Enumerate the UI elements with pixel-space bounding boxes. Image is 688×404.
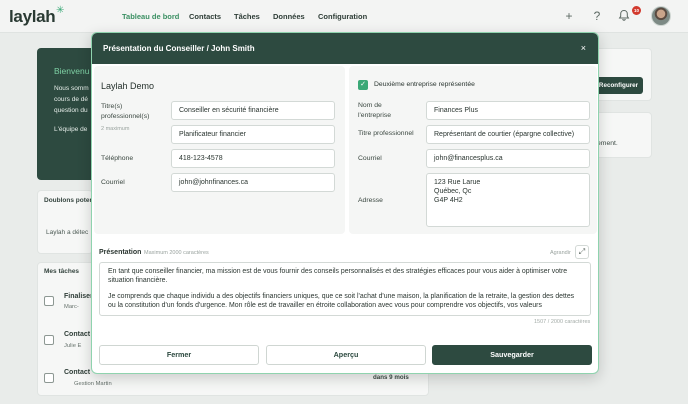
advisor-modal: Présentation du Conseiller / John Smith … [91,32,599,374]
preview-button[interactable]: Aperçu [266,345,426,365]
help-icon[interactable]: ? [590,9,604,23]
char-counter: 1507 / 2000 caractères [534,319,591,325]
presentation-paragraph: Je comprends que chaque individu a des o… [108,292,575,309]
expand-icon[interactable]: ⤢ [575,245,589,259]
welcome-title: Bienvenu [54,66,90,76]
close-icon[interactable]: × [581,43,586,53]
email-label: Courriel [101,179,125,186]
task-due: dans 9 mois [373,374,409,381]
company-name-label: Nom de l'entreprise [358,102,392,119]
address-line: 123 Rue Larue [434,179,481,186]
add-icon[interactable]: + [562,9,576,23]
address-field[interactable]: 123 Rue Larue Québec, Qc G4P 4H2 [426,173,590,227]
duplicates-text: Laylah a détec [46,229,89,236]
right-card [594,112,652,158]
task-label: Contact [64,369,91,376]
phone-field[interactable]: 418-123-4578 [171,149,335,168]
nav-item-dashboard[interactable]: Tableau de bord [122,12,179,21]
logo-spark-icon: ✳ [56,5,65,16]
notification-badge: 10 [632,6,641,15]
titles-label: Titre(s) professionnel(s) [101,103,150,120]
task-checkbox[interactable] [44,335,54,345]
presentation-hint: Maximum 2000 caractères [144,250,209,256]
second-company-label: Deuxième entreprise représentée [374,81,475,88]
address-line: Québec, Qc [434,188,472,195]
task-sub: Julie E [64,343,82,349]
logo[interactable]: laylah [9,7,56,27]
reconfigure-button[interactable]: Reconfigurer [594,77,643,94]
title-field-1[interactable]: Conseiller en sécurité financière [171,101,335,120]
company-name-field[interactable]: Finances Plus [426,101,590,120]
primary-company-panel: Laylah Demo Titre(s) professionnel(s) 2 … [94,66,345,234]
task-checkbox[interactable] [44,373,54,383]
task-sub: Gestion Martin [74,381,112,387]
address-line: G4P 4H2 [434,197,463,204]
nav-item-contacts[interactable]: Contacts [189,12,221,21]
modal-header: Présentation du Conseiller / John Smith … [92,33,598,64]
duplicates-title: Doublons poter [44,197,93,204]
welcome-line: question du [54,107,88,114]
expand-label: Agrandir [550,250,571,256]
title-field-2[interactable]: Planificateur financier [171,125,335,144]
task-checkbox[interactable] [44,296,54,306]
email-label-2: Courriel [358,155,382,162]
secondary-company-panel: Nom de l'entreprise Finances Plus Titre … [349,66,597,234]
right-card-text: ement. [597,140,618,147]
email-field-2[interactable]: john@financesplus.ca [426,149,590,168]
avatar[interactable] [651,6,671,26]
top-nav: laylah ✳ Tableau de bord Contacts Tâches… [0,0,688,33]
presentation-paragraph: En tant que conseiller financier, ma mis… [108,268,568,285]
nav-item-tasks[interactable]: Tâches [234,12,260,21]
nav-item-data[interactable]: Données [273,12,305,21]
titles-hint: 2 maximum [101,126,130,132]
close-button[interactable]: Fermer [99,345,259,365]
address-label: Adresse [358,197,383,204]
pro-title-label: Titre professionnel [358,130,414,137]
nav-item-configuration[interactable]: Configuration [318,12,367,21]
pro-title-field[interactable]: Représentant de courtier (épargne collec… [426,125,590,144]
phone-label: Téléphone [101,155,134,162]
modal-title: Présentation du Conseiller / John Smith [103,44,255,53]
save-button[interactable]: Sauvegarder [432,345,592,365]
task-label: Contact [64,331,91,338]
tasks-title: Mes tâches [44,268,80,275]
company-name: Laylah Demo [101,81,155,91]
presentation-label: Présentation [99,249,142,256]
second-company-checkbox[interactable]: ✓ [358,80,368,90]
welcome-line: cours de dé [54,96,88,103]
email-field[interactable]: john@johnfinances.ca [171,173,335,192]
task-label: Finaliser [64,293,93,300]
welcome-line: Nous somm [54,85,89,92]
bell-icon[interactable] [617,9,631,23]
welcome-line: L'équipe de [54,126,88,133]
presentation-textarea[interactable]: En tant que conseiller financier, ma mis… [99,262,591,316]
task-sub: Marc- [64,304,79,310]
